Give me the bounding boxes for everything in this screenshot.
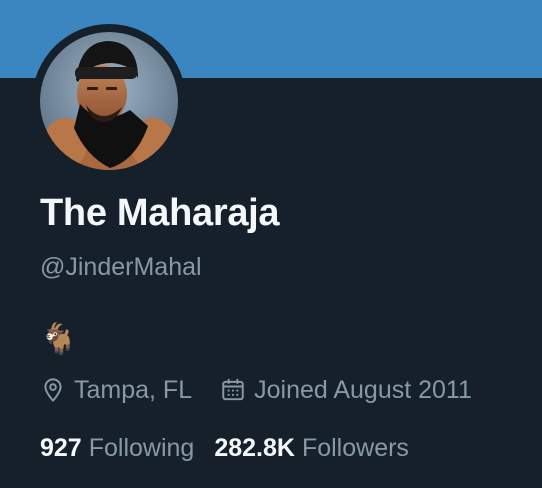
calendar-icon [222, 378, 244, 401]
profile-meta: Tampa, FL Joined August 2011 [40, 370, 472, 410]
following-link[interactable]: 927 Following [40, 434, 194, 463]
profile-joined-date: Joined August 2011 [220, 376, 472, 405]
followers-count: 282.8K [214, 433, 295, 462]
profile-location: Tampa, FL [40, 376, 192, 405]
avatar[interactable] [40, 32, 178, 170]
following-count: 927 [40, 433, 82, 462]
location-label: Tampa, FL [74, 375, 193, 404]
followers-link[interactable]: 282.8K Followers [214, 434, 409, 463]
profile-bio: 🐐 [40, 323, 78, 356]
followers-label: Followers [301, 433, 409, 462]
avatar-image [40, 32, 178, 170]
profile-stats: 927 Following 282.8K Followers [40, 428, 409, 468]
profile-name: The Maharaja [40, 192, 280, 234]
joined-label: Joined August 2011 [254, 375, 472, 404]
following-label: Following [88, 433, 195, 462]
profile-handle: @JinderMahal [40, 253, 202, 281]
location-pin-icon [44, 378, 62, 402]
